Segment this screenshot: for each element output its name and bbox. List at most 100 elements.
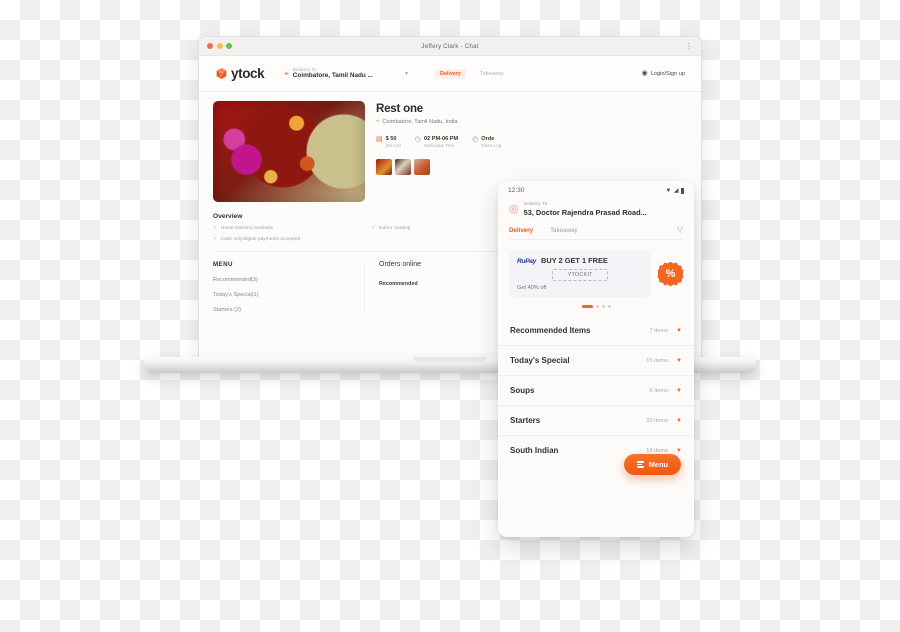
- tab-takeaway[interactable]: Takeaway: [475, 69, 509, 79]
- phone-mockup: 12:30 ▼ ◢ ◎ Delivery To 53, Doctor Rajen…: [498, 181, 694, 537]
- location-value: Coimbatore, Tamil Nadu ...: [292, 72, 373, 80]
- check-icon: ✓: [213, 235, 218, 242]
- chevron-down-icon[interactable]: ▼: [676, 388, 682, 394]
- menu-link-todays-special[interactable]: Today's Special(1): [213, 292, 354, 298]
- promo-subtitle: Get 40% off: [517, 285, 547, 291]
- signal-icon: ◢: [673, 188, 679, 194]
- stat-notification-time-value: 02 PM-06 PM: [423, 136, 459, 142]
- promo-header: RuPay BUY 2 GET 1 FREE: [517, 256, 643, 265]
- category-row-recommended-items[interactable]: Recommended Items 7 items ▼: [498, 316, 694, 346]
- food-thumbnail[interactable]: [376, 159, 392, 175]
- stat-order-value: Orde: [481, 136, 495, 142]
- food-thumbnail[interactable]: [414, 159, 430, 175]
- stat-min-cost: ▤ $ 50 Min cost: [376, 136, 401, 148]
- category-count: 15 items: [646, 357, 669, 364]
- chevron-down-icon[interactable]: ▾: [405, 70, 408, 77]
- ytock-logo-icon: [215, 67, 228, 80]
- stat-order: ◴ Orde Takes a rig: [472, 136, 501, 148]
- menu-fab-label: Menu: [648, 460, 668, 469]
- order-icon: ◴: [472, 136, 479, 143]
- stat-min-cost-value: $ 50: [385, 136, 397, 142]
- category-name: Starters: [510, 416, 541, 425]
- category-name: Soups: [510, 386, 535, 395]
- status-bar-time: 12:30: [508, 187, 525, 194]
- restaurant-address: ⌖ Coimbatore, Tamil Nadu, India: [376, 119, 687, 125]
- category-count: 18 items: [646, 447, 669, 454]
- header-mode-tabs: Delivery Takeaway: [434, 68, 509, 79]
- menu-link-starters[interactable]: Starters (2): [213, 307, 354, 313]
- site-header: ytock ⌖ Delivery To Coimbatore, Tamil Na…: [199, 56, 701, 92]
- delivery-to-label: Delivery To: [523, 202, 548, 207]
- window-title: Jeffery Clark - Chat: [421, 42, 479, 50]
- category-name: Recommended Items: [510, 326, 591, 335]
- category-count: 6 items: [649, 387, 669, 394]
- food-thumbnail[interactable]: [395, 159, 411, 175]
- menu-fab-button[interactable]: Menu: [623, 454, 681, 475]
- stat-min-cost-label: Min cost: [385, 143, 401, 148]
- category-count: 20 items: [646, 417, 669, 424]
- promo-carousel: RuPay BUY 2 GET 1 FREE YTOCKIT Get 40% o…: [498, 240, 694, 298]
- phone-delivery-address[interactable]: ◎ Delivery To 53, Doctor Rajendra Prasad…: [498, 196, 694, 217]
- laptop-notch: [413, 357, 487, 362]
- phone-tabs: Delivery Takeaway ▽: [498, 217, 694, 234]
- phone-tab-delivery[interactable]: Delivery: [509, 227, 533, 234]
- page-title: Rest one: [376, 103, 423, 115]
- chevron-down-icon[interactable]: ▼: [676, 328, 682, 334]
- location-picker[interactable]: ⌖ Delivery To Coimbatore, Tamil Nadu ...…: [284, 67, 408, 81]
- delivery-to-address: 53, Doctor Rajendra Prasad Road...: [523, 208, 647, 217]
- carousel-dots[interactable]: [498, 305, 694, 308]
- chevron-down-icon[interactable]: ▼: [676, 448, 682, 454]
- status-bar-icons: ▼ ◢: [665, 187, 684, 194]
- orders-panel-title: Orders online: [379, 261, 422, 268]
- category-row-todays-special[interactable]: Today's Special 15 items ▼: [498, 346, 694, 376]
- promo-title: BUY 2 GET 1 FREE: [541, 256, 608, 265]
- orders-panel-subtitle: Recommended: [379, 281, 418, 287]
- location-pin-icon: ⌖: [284, 68, 289, 78]
- brand-name: ytock: [231, 66, 265, 81]
- overview-item: ✓ Home Delivery available: [213, 225, 371, 232]
- stat-notification-time-label: Notification Time: [423, 143, 455, 148]
- overview-item: ✓ Cash only/digital payments accepted: [213, 235, 526, 243]
- chevron-down-icon[interactable]: ▼: [676, 418, 682, 424]
- location-target-icon: ◎: [509, 203, 519, 215]
- browser-titlebar: Jeffery Clark - Chat ⋮: [199, 37, 701, 56]
- check-icon: ✓: [370, 225, 376, 231]
- phone-status-bar: 12:30 ▼ ◢: [498, 181, 694, 196]
- promo-coupon-code[interactable]: YTOCKIT: [552, 269, 608, 281]
- carousel-dot[interactable]: [595, 305, 599, 308]
- kebab-menu-icon[interactable]: ⋮: [685, 42, 693, 50]
- category-list: Recommended Items 7 items ▼ Today's Spec…: [498, 316, 694, 465]
- stat-notification-time: ◷ 02 PM-06 PM Notification Time: [415, 136, 458, 148]
- category-name: South Indian: [510, 446, 559, 455]
- tab-delivery[interactable]: Delivery: [434, 68, 466, 79]
- category-count: 7 items: [649, 327, 669, 334]
- filter-funnel-icon[interactable]: ▽: [677, 226, 683, 234]
- restaurant-thumbnails[interactable]: [376, 159, 687, 175]
- battery-icon: [681, 187, 684, 194]
- wifi-icon: ▼: [665, 187, 672, 194]
- overview-item-label: Indoor Seating: [378, 226, 411, 232]
- brand-logo[interactable]: ytock: [215, 66, 265, 81]
- menu-panel-title: MENU: [213, 261, 233, 268]
- price-tag-icon: ▤: [376, 136, 383, 143]
- orders-panel: Orders online Recommended: [365, 261, 421, 313]
- stat-order-label: Takes a rig: [481, 143, 502, 148]
- login-signup-button[interactable]: ◉ Login/Sign up: [642, 70, 685, 77]
- rupay-logo: RuPay: [517, 258, 537, 265]
- restaurant-stats: ▤ $ 50 Min cost ◷ 02 PM-06 PM Notificati…: [376, 136, 687, 148]
- carousel-dot[interactable]: [581, 305, 593, 308]
- category-row-soups[interactable]: Soups 6 items ▼: [498, 376, 694, 406]
- restaurant-hero-image: [213, 101, 365, 202]
- carousel-dot[interactable]: [607, 305, 611, 308]
- carousel-dot[interactable]: [601, 305, 605, 308]
- menu-panel: MENU Recommended(3) Today's Special(1) S…: [213, 261, 365, 313]
- restaurant-address-text: Coimbatore, Tamil Nadu, India: [382, 119, 458, 125]
- overview-item-label: Cash only/digital payments accepted: [220, 236, 301, 242]
- promo-card[interactable]: RuPay BUY 2 GET 1 FREE YTOCKIT Get 40% o…: [509, 250, 651, 298]
- clock-icon: ◷: [414, 136, 421, 143]
- user-circle-icon: ◉: [641, 70, 648, 77]
- phone-tab-takeaway[interactable]: Takeaway: [550, 227, 578, 234]
- category-row-starters[interactable]: Starters 20 items ▼: [498, 406, 694, 436]
- chevron-down-icon[interactable]: ▼: [676, 358, 682, 364]
- menu-link-recommended[interactable]: Recommended(3): [213, 277, 354, 283]
